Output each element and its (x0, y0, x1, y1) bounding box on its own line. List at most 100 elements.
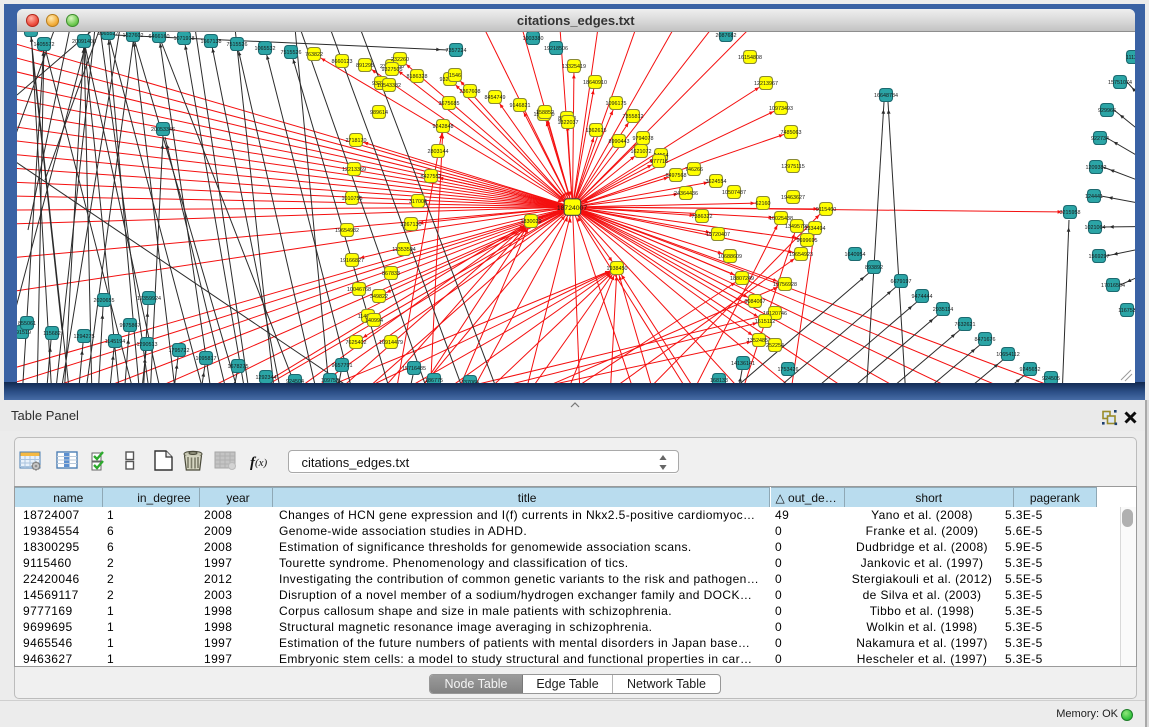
svg-text:922734: 922734 (1091, 136, 1109, 142)
svg-text:2718170: 2718170 (346, 138, 367, 144)
svg-text:9657791: 9657791 (332, 363, 353, 369)
svg-text:1546: 1546 (449, 73, 461, 79)
svg-text:10973493: 10973493 (769, 106, 793, 112)
svg-text:10507487: 10507487 (722, 190, 746, 196)
svg-text:1294275: 1294275 (74, 334, 95, 340)
svg-text:10654112: 10654112 (996, 352, 1020, 358)
svg-text:137064: 137064 (461, 380, 479, 383)
svg-text:9146821: 9146821 (510, 103, 531, 109)
svg-text:317006: 317006 (409, 199, 427, 205)
svg-text:1021064: 1021064 (1085, 225, 1106, 231)
svg-text:1322037: 1322037 (558, 120, 579, 126)
svg-text:7515526: 7515526 (281, 50, 302, 56)
svg-text:18807249: 18807249 (730, 276, 754, 282)
svg-text:10543382: 10543382 (377, 83, 401, 89)
svg-text:855061: 855061 (18, 321, 36, 327)
svg-text:1292344: 1292344 (256, 375, 277, 381)
svg-text:1830029: 1830029 (521, 219, 542, 225)
svg-text:109752: 109752 (321, 378, 339, 383)
svg-text:1621072: 1621072 (631, 149, 652, 155)
svg-text:17359924: 17359924 (137, 296, 161, 302)
svg-text:746266: 746266 (685, 167, 703, 173)
svg-text:12975115: 12975115 (781, 164, 805, 170)
svg-text:12213369: 12213369 (342, 167, 366, 173)
svg-text:6497568: 6497568 (666, 173, 687, 179)
svg-text:1569297: 1569297 (1089, 254, 1110, 260)
svg-text:7355812: 7355812 (623, 114, 644, 120)
svg-text:158852: 158852 (536, 110, 554, 116)
svg-text:1678275: 1678275 (228, 364, 249, 370)
svg-text:168133: 168133 (710, 378, 728, 383)
svg-text:2367608: 2367608 (460, 89, 481, 95)
svg-text:1405572: 1405572 (21, 32, 42, 34)
svg-text:19218506: 19218506 (544, 46, 568, 52)
svg-text:18640910: 18640910 (583, 80, 607, 86)
svg-text:7515526: 7515526 (227, 42, 248, 48)
svg-text:7625402: 7625402 (346, 340, 367, 346)
svg-text:20053346: 20053346 (151, 127, 175, 133)
svg-text:20091406: 20091406 (72, 39, 96, 45)
svg-text:1334494: 1334494 (805, 226, 826, 232)
svg-text:3215958: 3215958 (1060, 210, 1081, 216)
svg-text:867833: 867833 (382, 271, 400, 277)
svg-text:19654982: 19654982 (335, 228, 359, 234)
svg-text:9115460: 9115460 (816, 207, 837, 213)
svg-text:12213967: 12213967 (754, 81, 778, 87)
svg-text:1667138: 1667138 (201, 39, 222, 45)
svg-text:1003380: 1003380 (523, 36, 544, 42)
svg-text:1096175: 1096175 (606, 101, 627, 107)
svg-text:8427552: 8427552 (421, 174, 442, 180)
svg-text:1795722: 1795722 (169, 348, 190, 354)
svg-text:14136141: 14136141 (731, 361, 755, 367)
svg-text:7485063: 7485063 (781, 130, 802, 136)
svg-text:8660123: 8660123 (332, 59, 353, 65)
svg-text:1065532: 1065532 (255, 46, 276, 52)
svg-text:9242848: 9242848 (433, 124, 454, 130)
svg-text:16154808: 16154808 (738, 55, 762, 61)
svg-text:1615112: 1615112 (755, 319, 776, 325)
svg-text:977716: 977716 (650, 159, 668, 165)
svg-text:10756928: 10756928 (773, 282, 797, 288)
svg-text:1753426: 1753426 (778, 367, 799, 373)
svg-text:924505: 924505 (1042, 376, 1060, 382)
svg-text:15716485: 15716485 (402, 366, 426, 372)
svg-text:9327505: 9327505 (382, 67, 403, 73)
svg-text:15751074: 15751074 (1108, 80, 1132, 86)
svg-text:252254: 252254 (766, 343, 784, 349)
svg-text:8186328: 8186328 (407, 74, 428, 80)
svg-text:124441: 124441 (1085, 194, 1103, 200)
svg-text:24364436: 24364436 (674, 191, 698, 197)
svg-text:1362615: 1362615 (586, 128, 607, 134)
svg-text:9084067: 9084067 (745, 299, 766, 305)
svg-text:186775: 186775 (425, 378, 443, 383)
svg-text:10688609: 10688609 (718, 254, 742, 260)
svg-text:8990443: 8990443 (609, 139, 630, 145)
svg-text:19463627: 19463627 (781, 195, 805, 201)
svg-text:11353594: 11353594 (392, 247, 416, 253)
svg-text:(x): (x) (255, 457, 268, 469)
svg-text:924504: 924504 (286, 379, 304, 383)
svg-text:1640954: 1640954 (845, 252, 866, 258)
svg-text:1145194: 1145194 (105, 339, 126, 345)
svg-text:1405572: 1405572 (34, 42, 55, 48)
svg-text:19654923: 19654923 (789, 252, 813, 258)
svg-text:10046768: 10046768 (347, 287, 371, 293)
svg-text:116753: 116753 (1118, 308, 1134, 314)
svg-text:6679197: 6679197 (891, 279, 912, 285)
svg-text:1209382: 1209382 (1086, 165, 1107, 171)
svg-text:13325419: 13325419 (562, 64, 586, 70)
svg-text:18724007: 18724007 (557, 205, 587, 212)
svg-text:15720407: 15720407 (706, 232, 730, 238)
svg-text:17016504: 17016504 (1101, 283, 1125, 289)
svg-text:62160: 62160 (756, 201, 771, 207)
svg-text:3675685: 3675685 (439, 101, 460, 107)
svg-text:1071918: 1071918 (174, 36, 195, 42)
svg-text:6466160: 6466160 (149, 34, 170, 40)
svg-text:2020655: 2020655 (94, 298, 115, 304)
svg-text:1010755: 1010755 (342, 196, 363, 202)
svg-text:115682: 115682 (43, 331, 61, 337)
svg-text:891295: 891295 (356, 63, 374, 69)
svg-text:9975867: 9975867 (120, 323, 141, 329)
svg-text:9794078: 9794078 (633, 136, 654, 142)
svg-text:2803144: 2803144 (428, 149, 449, 155)
